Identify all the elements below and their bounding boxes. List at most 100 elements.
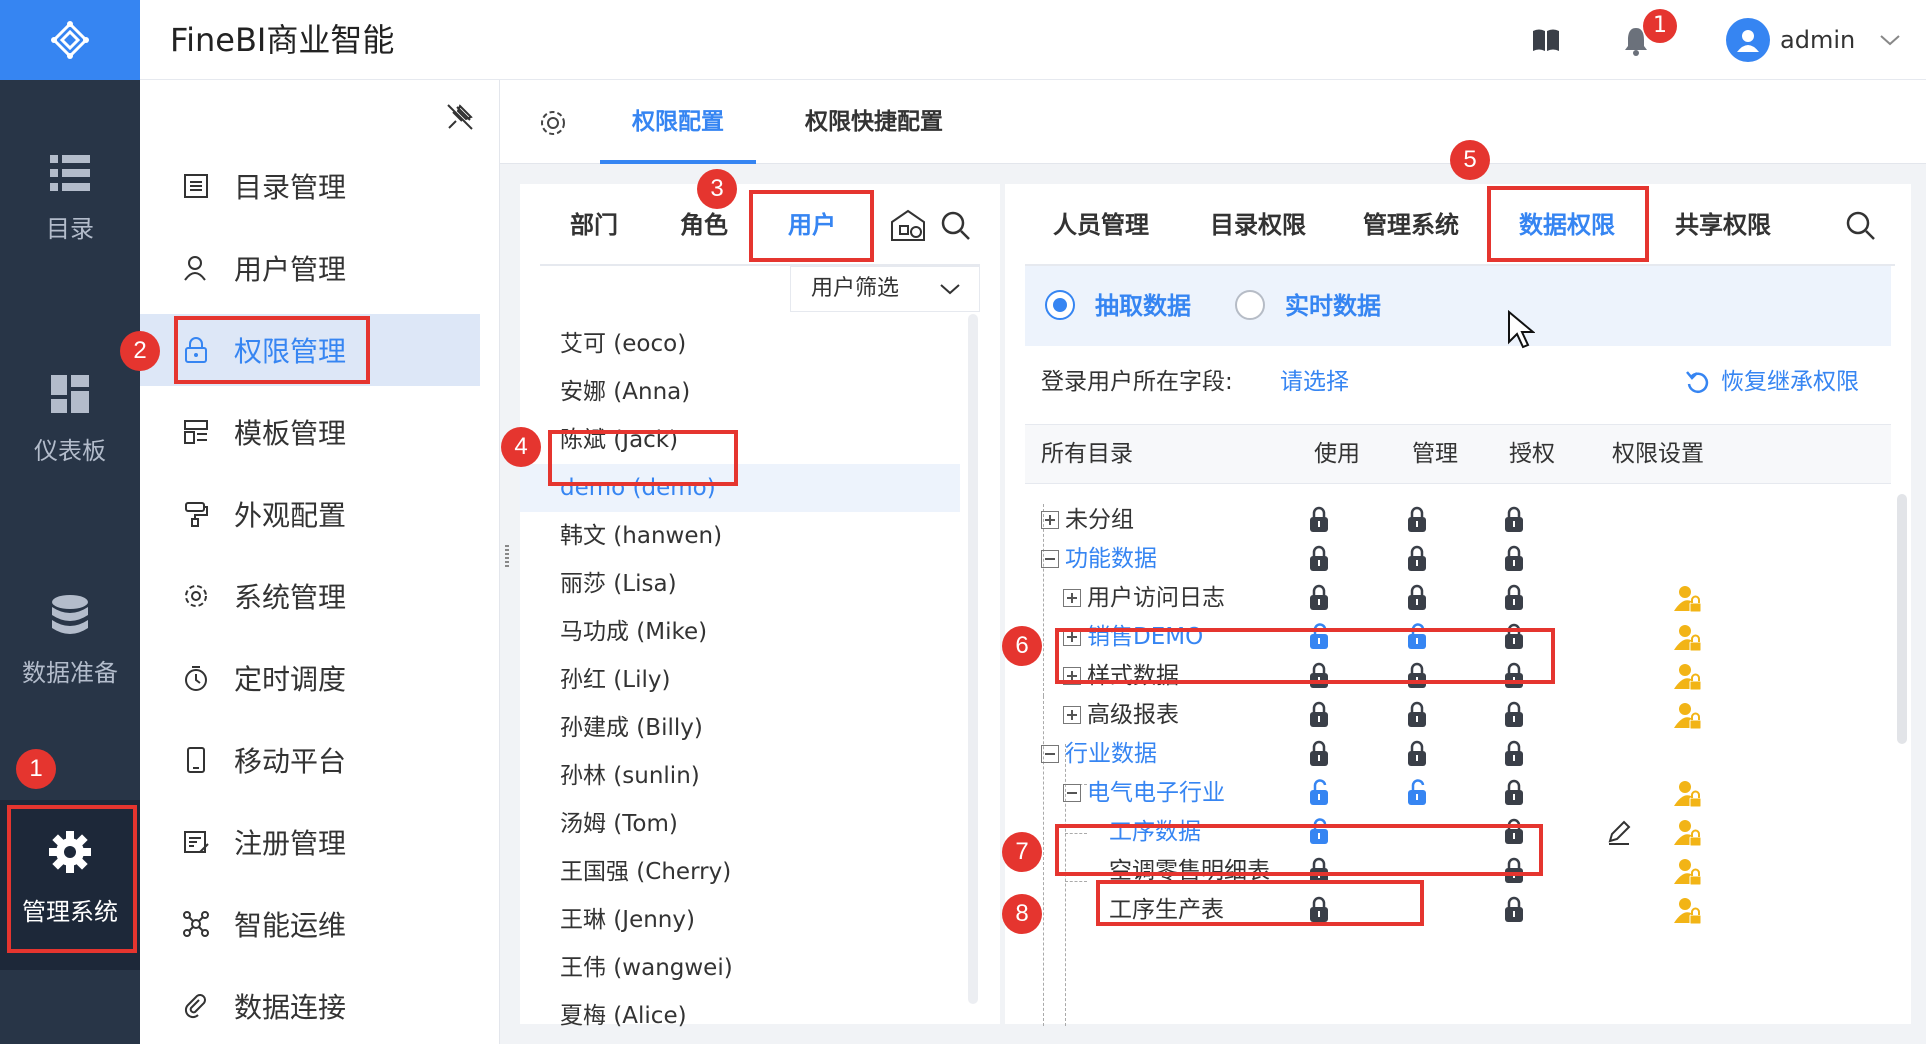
grant-permission-cell[interactable]	[1503, 506, 1525, 538]
sidebar-item-settings[interactable]: 系统管理	[140, 560, 480, 632]
user-list-item[interactable]: 王国强 (Cherry)	[520, 848, 960, 896]
app-logo[interactable]	[0, 0, 140, 80]
user-list-item[interactable]: 王琳 (Jenny)	[520, 896, 960, 944]
sidebar-item-link[interactable]: 数据连接	[140, 970, 480, 1042]
user-name[interactable]: admin	[1780, 0, 1855, 80]
locked-icon[interactable]	[1503, 779, 1525, 807]
sidebar-item-timer[interactable]: 定时调度	[140, 642, 480, 714]
locked-icon[interactable]	[1308, 584, 1330, 612]
user-list-item[interactable]: 韩文 (hanwen)	[520, 512, 960, 560]
user-list-item[interactable]: 丽莎 (Lisa)	[520, 560, 960, 608]
grant-permission-cell[interactable]	[1503, 896, 1525, 928]
unlocked-icon[interactable]	[1308, 779, 1330, 807]
sidebar-item-mobile[interactable]: 移动平台	[140, 724, 480, 796]
tab-catalog-permission[interactable]: 目录权限	[1210, 184, 1306, 266]
use-permission-cell[interactable]	[1308, 740, 1330, 772]
locked-icon[interactable]	[1406, 740, 1428, 768]
locked-icon[interactable]	[1503, 506, 1525, 534]
permission-setting-icon[interactable]	[1673, 818, 1703, 848]
collapse-icon[interactable]	[1041, 550, 1059, 568]
expand-icon[interactable]	[1063, 706, 1081, 724]
grant-permission-cell[interactable]	[1503, 779, 1525, 811]
locked-icon[interactable]	[1406, 701, 1428, 729]
user-filter-dropdown[interactable]: 用户筛选	[790, 266, 980, 312]
nav-dashboard[interactable]: 仪表板	[0, 375, 140, 466]
expand-icon[interactable]	[1041, 511, 1059, 529]
edit-pencil-icon[interactable]	[1605, 818, 1633, 846]
locked-icon[interactable]	[1308, 740, 1330, 768]
edit-cell[interactable]	[1605, 818, 1633, 850]
permission-scrollbar[interactable]	[1897, 494, 1907, 744]
grant-permission-cell[interactable]	[1503, 701, 1525, 733]
extract-data-label[interactable]: 抽取数据	[1095, 266, 1191, 346]
manage-permission-cell[interactable]	[1406, 779, 1428, 811]
unlocked-icon[interactable]	[1406, 779, 1428, 807]
locked-icon[interactable]	[1308, 701, 1330, 729]
user-list-scrollbar[interactable]	[968, 314, 978, 1004]
permission-setting-icon[interactable]	[1673, 662, 1703, 692]
permission-setting-icon[interactable]	[1673, 584, 1703, 614]
manage-permission-cell[interactable]	[1406, 584, 1428, 616]
permission-setting-icon[interactable]	[1673, 623, 1703, 653]
sidebar-item-ops[interactable]: 智能运维	[140, 888, 480, 960]
tab-personnel[interactable]: 人员管理	[1053, 184, 1149, 266]
extract-data-radio[interactable]	[1045, 290, 1075, 320]
restore-inherit-button[interactable]: 恢复继承权限	[1685, 354, 1859, 410]
locked-icon[interactable]	[1503, 896, 1525, 924]
user-list-item[interactable]: 马功成 (Mike)	[520, 608, 960, 656]
tab-share-permission[interactable]: 共享权限	[1675, 184, 1771, 266]
expand-icon[interactable]	[1063, 589, 1081, 607]
locked-icon[interactable]	[1503, 740, 1525, 768]
unpin-icon[interactable]	[445, 102, 475, 132]
permission-setting-icon[interactable]	[1673, 857, 1703, 887]
locked-icon[interactable]	[1503, 584, 1525, 612]
tab-department[interactable]: 部门	[570, 184, 618, 266]
locked-icon[interactable]	[1308, 545, 1330, 573]
use-permission-cell[interactable]	[1308, 701, 1330, 733]
org-filter-icon[interactable]	[890, 208, 926, 242]
user-list-item[interactable]: 汤姆 (Tom)	[520, 800, 960, 848]
user-list-item[interactable]: 王伟 (wangwei)	[520, 944, 960, 992]
permission-setting-icon[interactable]	[1673, 896, 1703, 926]
sidebar-item-catalog[interactable]: 目录管理	[140, 150, 480, 222]
permission-setting-icon[interactable]	[1673, 701, 1703, 731]
help-book-icon[interactable]	[1530, 24, 1562, 56]
nav-data-prep[interactable]: 数据准备	[0, 595, 140, 688]
use-permission-cell[interactable]	[1308, 584, 1330, 616]
search-icon[interactable]	[940, 210, 972, 242]
sidebar-item-brush[interactable]: 外观配置	[140, 478, 480, 550]
sidebar-item-template[interactable]: 模板管理	[140, 396, 480, 468]
user-list-item[interactable]: 孙红 (Lily)	[520, 656, 960, 704]
user-list-item[interactable]: 安娜 (Anna)	[520, 368, 960, 416]
user-list-item[interactable]: 孙林 (sunlin)	[520, 752, 960, 800]
tab-admin-system[interactable]: 管理系统	[1363, 184, 1459, 266]
realtime-data-label[interactable]: 实时数据	[1285, 266, 1381, 346]
manage-permission-cell[interactable]	[1406, 545, 1428, 577]
sidebar-item-user[interactable]: 用户管理	[140, 232, 480, 304]
grant-permission-cell[interactable]	[1503, 584, 1525, 616]
user-list-item[interactable]: 艾可 (eoco)	[520, 320, 960, 368]
permission-setting-cell[interactable]	[1673, 896, 1703, 930]
collapse-icon[interactable]	[1063, 784, 1081, 802]
manage-permission-cell[interactable]	[1406, 701, 1428, 733]
user-list-item[interactable]: 夏梅 (Alice)	[520, 992, 960, 1040]
settings-gear-icon[interactable]	[538, 108, 568, 138]
resize-handle[interactable]	[505, 545, 509, 567]
user-list-item[interactable]: 孙建成 (Billy)	[520, 704, 960, 752]
locked-icon[interactable]	[1503, 701, 1525, 729]
realtime-data-radio[interactable]	[1235, 290, 1265, 320]
locked-icon[interactable]	[1308, 506, 1330, 534]
sidebar-item-register[interactable]: 注册管理	[140, 806, 480, 878]
search-icon[interactable]	[1845, 210, 1877, 242]
grant-permission-cell[interactable]	[1503, 740, 1525, 772]
chevron-down-icon[interactable]	[1878, 30, 1902, 50]
collapse-icon[interactable]	[1041, 745, 1059, 763]
manage-permission-cell[interactable]	[1406, 740, 1428, 772]
locked-icon[interactable]	[1406, 584, 1428, 612]
permission-setting-icon[interactable]	[1673, 779, 1703, 809]
login-field-select[interactable]: 请选择	[1280, 354, 1349, 410]
use-permission-cell[interactable]	[1308, 506, 1330, 538]
grant-permission-cell[interactable]	[1503, 545, 1525, 577]
locked-icon[interactable]	[1503, 545, 1525, 573]
tab-permission-quick-config[interactable]: 权限快捷配置	[776, 80, 972, 164]
